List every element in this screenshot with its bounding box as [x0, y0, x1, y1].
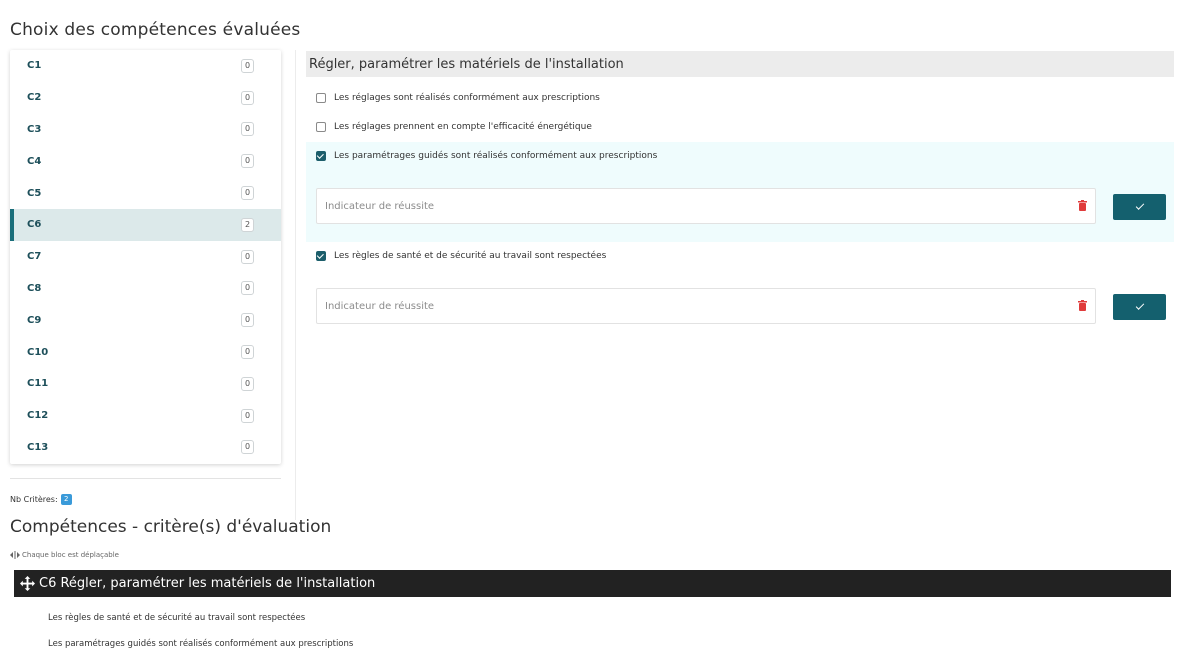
indicator-input[interactable]: Indicateur de réussite	[316, 288, 1096, 324]
validate-button[interactable]	[1113, 194, 1166, 220]
check-icon	[1135, 201, 1144, 210]
check-icon	[1135, 301, 1144, 310]
page-title: Choix des compétences évaluées	[10, 20, 301, 40]
divider	[295, 50, 296, 520]
competence-count-badge: 0	[241, 249, 254, 264]
competence-count-badge: 0	[241, 345, 254, 360]
competence-count-badge: 0	[241, 440, 254, 455]
competence-label: C8	[27, 282, 42, 294]
competence-count-badge: 0	[241, 313, 254, 328]
competence-item-c3[interactable]: C3 0	[10, 114, 281, 146]
criterion-label: Les paramétrages guidés sont réalisés co…	[334, 151, 658, 161]
competence-count-badge: 0	[241, 186, 254, 201]
competence-label: C12	[27, 410, 49, 422]
competence-label: C9	[27, 314, 42, 326]
competence-label: C13	[27, 441, 49, 453]
competence-item-c6[interactable]: C6 2	[10, 208, 281, 241]
validate-button[interactable]	[1113, 294, 1166, 320]
criterion-checkbox-checked[interactable]	[316, 251, 326, 261]
competence-label: C7	[27, 251, 42, 263]
panel-title: Régler, paramétrer les matériels de l'in…	[306, 51, 1174, 77]
competence-count-badge: 0	[241, 376, 254, 391]
competence-count-badge: 0	[241, 154, 254, 169]
competence-bloc-title: C6 Régler, paramétrer les matériels de l…	[39, 576, 376, 591]
competence-label: C5	[27, 187, 42, 199]
competence-count-badge: 2	[241, 217, 254, 232]
criterion-label: Les réglages prennent en compte l'effica…	[334, 122, 592, 132]
competence-item-c5[interactable]: C5 0	[10, 177, 281, 209]
competence-count-badge: 0	[241, 58, 254, 73]
competence-item-c13[interactable]: C13 0	[10, 432, 281, 464]
competence-item-c10[interactable]: C10 0	[10, 336, 281, 368]
competence-label: C4	[27, 155, 42, 167]
competence-item-c9[interactable]: C9 0	[10, 304, 281, 336]
competence-label: C6	[27, 219, 42, 231]
indicator-input[interactable]: Indicateur de réussite	[316, 188, 1096, 224]
criterion-row[interactable]: Les réglages prennent en compte l'effica…	[306, 117, 1174, 137]
criterion-label: Les règles de santé et de sécurité au tr…	[334, 251, 607, 261]
competence-list: C1 0 C2 0 C3 0 C4 0 C5 0 C6 2 C7 0 C8 0 C9 0 C10 0…	[10, 50, 281, 464]
criterion-row[interactable]: Les paramétrages guidés sont réalisés co…	[306, 146, 1174, 166]
competence-bloc-header[interactable]: C6 Régler, paramétrer les matériels de l…	[14, 570, 1171, 597]
competence-label: C10	[27, 346, 49, 358]
nb-criteres-label: Nb Critères:	[10, 495, 58, 504]
competence-count-badge: 0	[241, 408, 254, 423]
criterion-row[interactable]: Les règles de santé et de sécurité au tr…	[306, 246, 1174, 266]
divider	[10, 478, 281, 479]
criterion-checkbox[interactable]	[316, 122, 326, 132]
criterion-label: Les réglages sont réalisés conformément …	[334, 93, 600, 103]
competence-label: C11	[27, 378, 49, 390]
drag-hint-text: Chaque bloc est déplaçable	[22, 551, 119, 559]
competence-item-c1[interactable]: C1 0	[10, 50, 281, 82]
trash-icon[interactable]	[1078, 200, 1087, 211]
section-title: Compétences - critère(s) d'évaluation	[10, 517, 332, 537]
competence-item-c4[interactable]: C4 0	[10, 145, 281, 177]
competence-item-c11[interactable]: C11 0	[10, 368, 281, 400]
competence-label: C1	[27, 60, 42, 72]
competence-count-badge: 0	[241, 122, 254, 137]
drag-hint-icon	[10, 551, 20, 559]
competence-item-c2[interactable]: C2 0	[10, 82, 281, 114]
nb-criteres-badge: 2	[60, 494, 72, 505]
criterion-row[interactable]: Les réglages sont réalisés conformément …	[306, 88, 1174, 108]
trash-icon[interactable]	[1078, 300, 1087, 311]
competence-count-badge: 0	[241, 90, 254, 105]
bloc-criterion-item: Les paramétrages guidés sont réalisés co…	[48, 639, 354, 649]
move-icon[interactable]	[20, 576, 35, 591]
competence-label: C3	[27, 123, 42, 135]
competence-item-c7[interactable]: C7 0	[10, 241, 281, 273]
competence-label: C2	[27, 92, 42, 104]
criterion-checkbox-checked[interactable]	[316, 151, 326, 161]
bloc-criterion-item: Les règles de santé et de sécurité au tr…	[48, 613, 306, 623]
nb-criteres: Nb Critères: 2	[10, 494, 72, 505]
criterion-checkbox[interactable]	[316, 93, 326, 103]
competence-item-c8[interactable]: C8 0	[10, 273, 281, 305]
drag-hint: Chaque bloc est déplaçable	[10, 551, 119, 559]
competence-count-badge: 0	[241, 281, 254, 296]
competence-item-c12[interactable]: C12 0	[10, 400, 281, 432]
